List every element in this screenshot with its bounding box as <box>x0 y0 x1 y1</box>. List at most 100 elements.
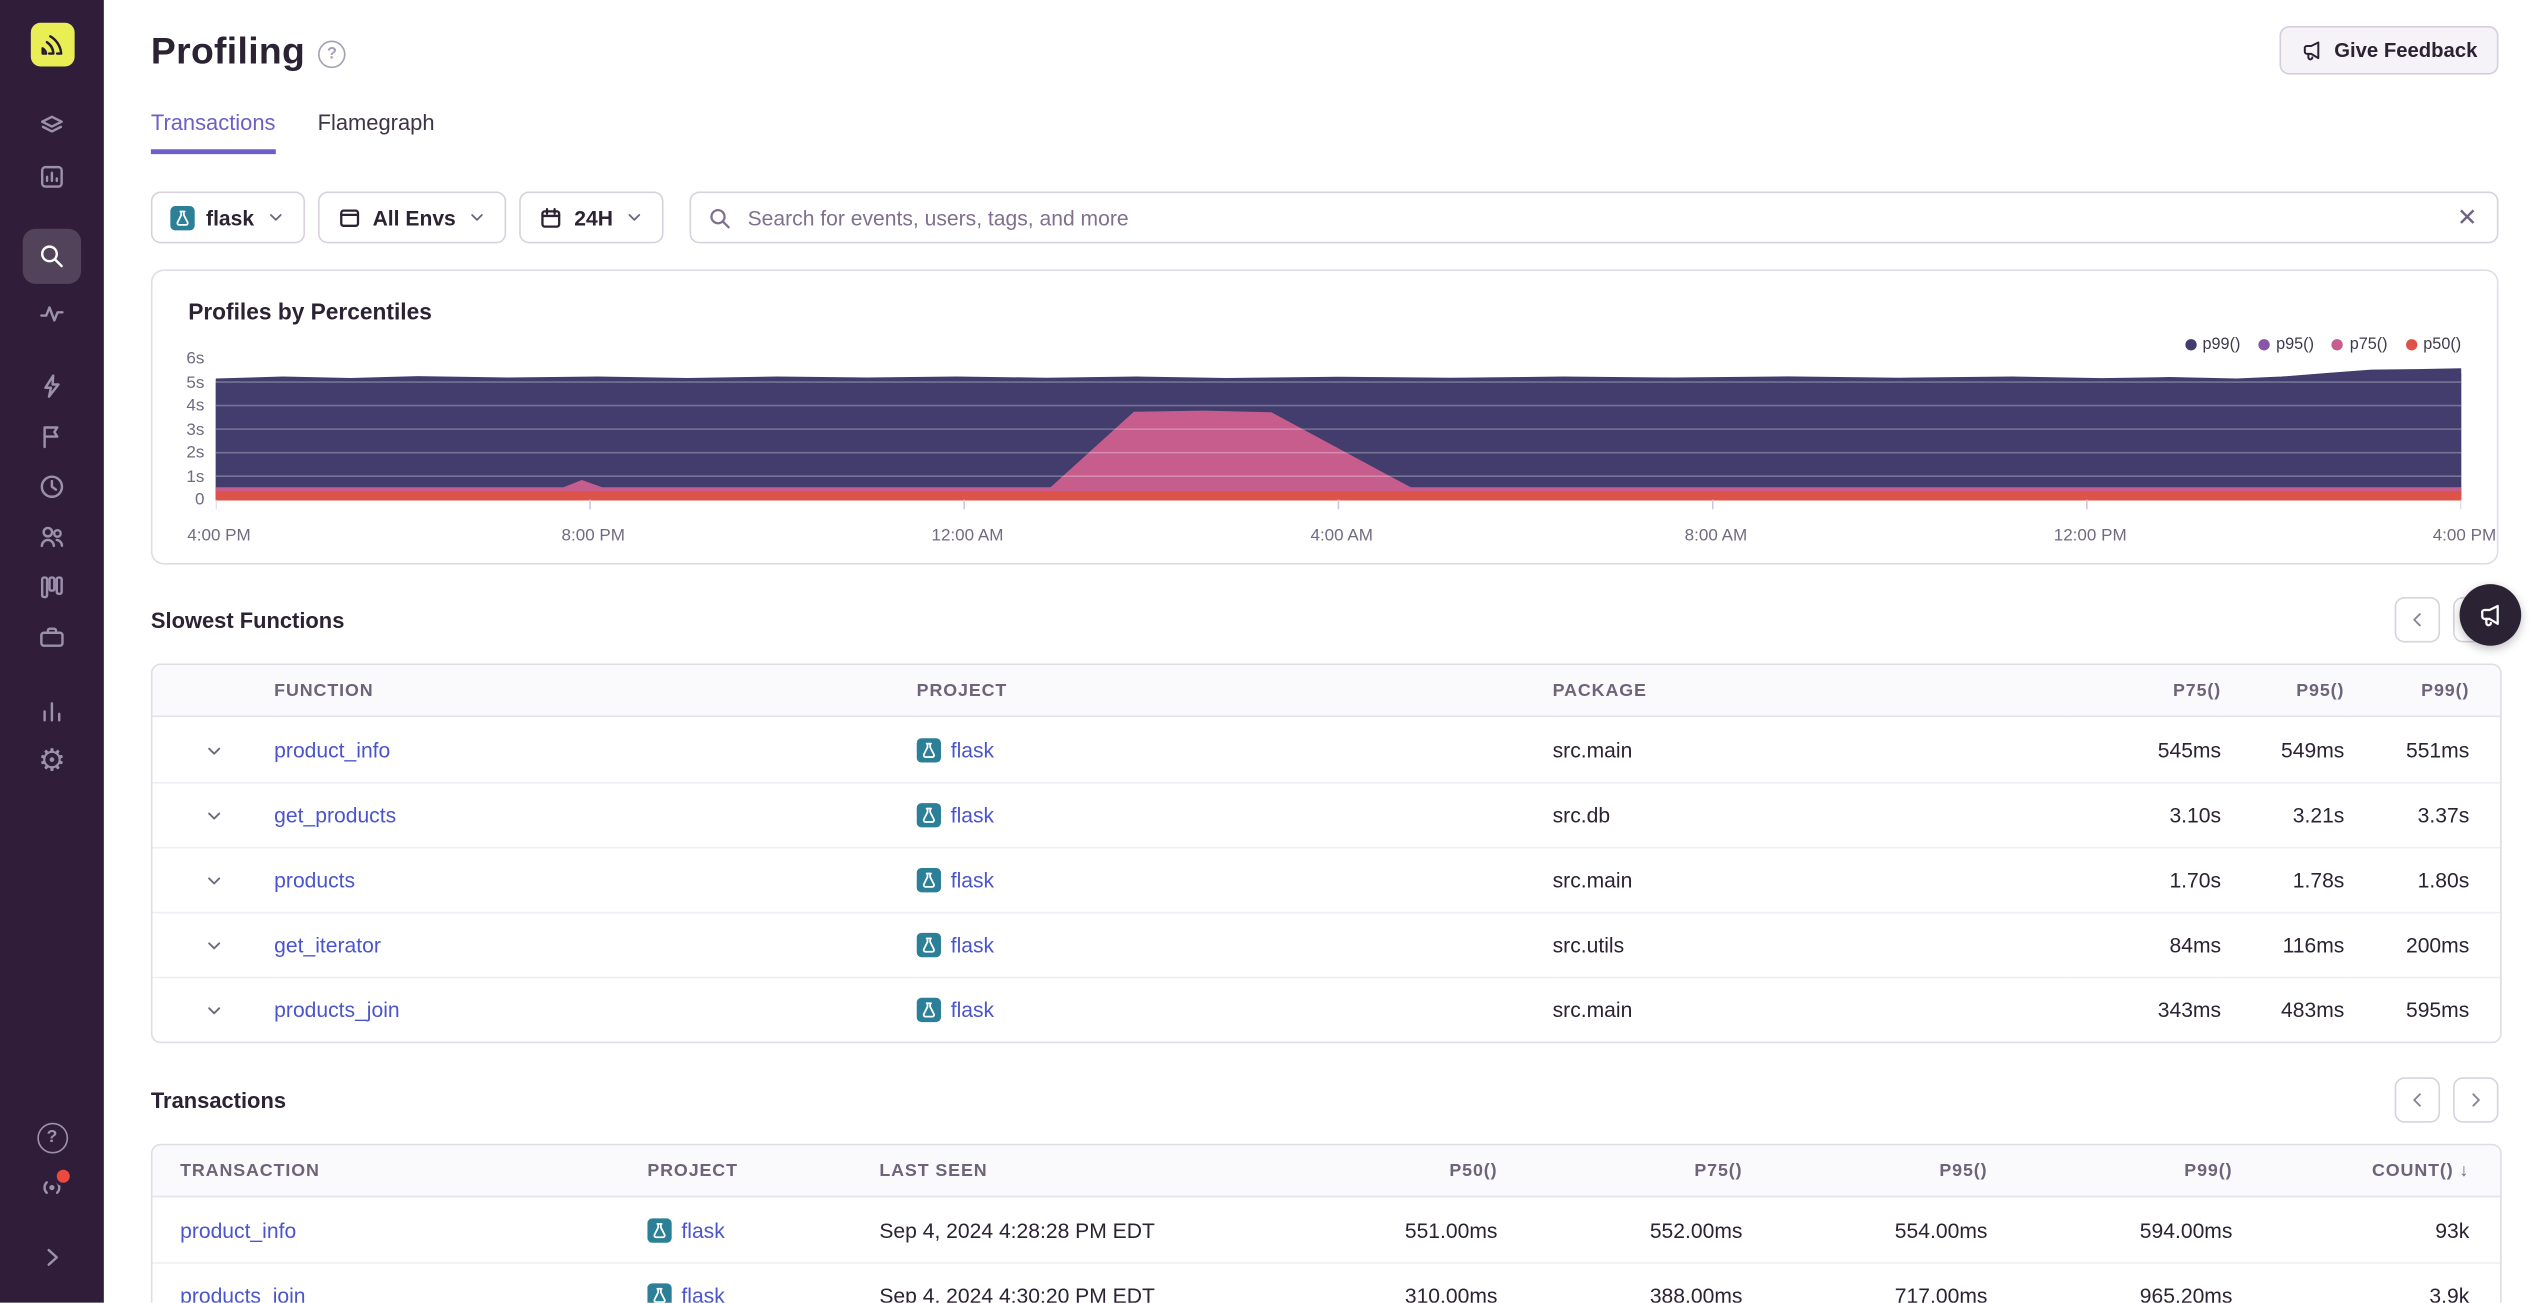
transaction-link[interactable]: products_join <box>180 1283 305 1302</box>
chevron-right-icon <box>2472 1093 2480 1107</box>
transaction-link[interactable]: product_info <box>180 1218 296 1242</box>
sidebar-item-issues[interactable] <box>23 102 81 151</box>
search-input[interactable] <box>744 203 2441 232</box>
sidebar-item-settings[interactable]: ⚙ <box>23 737 81 786</box>
table-row: product_info flask src.main 545ms 549ms … <box>153 717 2501 782</box>
x-tick: 8:00 AM <box>1684 525 1748 546</box>
function-link[interactable]: products <box>274 868 355 892</box>
project-link[interactable]: flask <box>681 1283 724 1302</box>
pager-prev-button[interactable] <box>2394 1077 2441 1123</box>
window-icon <box>339 208 359 227</box>
function-link[interactable]: product_info <box>274 737 390 761</box>
project-link[interactable]: flask <box>951 933 994 957</box>
project-link[interactable]: flask <box>951 868 994 892</box>
sidebar-expand-button[interactable] <box>23 1233 81 1282</box>
chevron-right-icon <box>47 1248 59 1266</box>
flask-platform-icon <box>916 803 941 828</box>
flask-platform-icon <box>647 1217 672 1242</box>
p75-cell: 3.10s <box>2071 781 2222 847</box>
package-cell: src.main <box>1552 737 1633 762</box>
expand-row-button[interactable] <box>202 1000 225 1023</box>
y-axis: 6s 5s 4s 3s 2s 1s 0 <box>153 350 216 521</box>
kanban-icon <box>40 576 63 599</box>
megaphone-icon <box>2303 41 2319 61</box>
col-function: FUNCTION <box>274 665 917 718</box>
sidebar-item-boards[interactable] <box>23 563 81 612</box>
expand-row-button[interactable] <box>202 870 225 893</box>
function-link[interactable]: get_iterator <box>274 933 381 957</box>
percentiles-chart[interactable] <box>214 359 2462 521</box>
col-transaction: TRANSACTION <box>152 1145 648 1198</box>
flag-icon <box>43 426 59 449</box>
sidebar-item-alerts[interactable] <box>23 362 81 411</box>
project-link[interactable]: flask <box>951 803 994 827</box>
expand-row-button[interactable] <box>202 935 225 958</box>
sidebar-item-whats-new[interactable] <box>23 1163 81 1212</box>
sidebar-item-search[interactable] <box>22 228 82 284</box>
pager-prev-button[interactable] <box>2394 597 2441 643</box>
sentry-logo[interactable] <box>30 22 74 67</box>
gear-icon: ⚙ <box>38 743 66 778</box>
expand-row-button[interactable] <box>202 805 225 828</box>
floating-feedback-button[interactable] <box>2459 584 2522 646</box>
sidebar-item-feedback[interactable] <box>23 412 81 461</box>
environment-selector[interactable]: All Envs <box>317 191 507 244</box>
legend-item-p99[interactable]: p99() <box>2184 336 2240 354</box>
p99-cell: 595ms <box>2344 976 2501 1042</box>
give-feedback-button[interactable]: Give Feedback <box>2279 25 2499 75</box>
expand-row-button[interactable] <box>202 739 225 762</box>
project-link[interactable]: flask <box>951 998 994 1022</box>
x-tick: 4:00 PM <box>187 525 251 546</box>
page-help-icon[interactable]: ? <box>318 39 346 68</box>
col-p99: P99() <box>1987 1145 2233 1198</box>
p75-cell: 388.00ms <box>1497 1262 1743 1303</box>
legend-item-p50[interactable]: p50() <box>2405 336 2461 354</box>
table-row: products flask src.main 1.70s 1.78s 1.80… <box>152 846 2501 912</box>
clear-search-icon[interactable]: ✕ <box>2454 202 2481 233</box>
col-p75: P75() <box>1497 1145 1743 1198</box>
app-window: ⚙ ? Profiling ? Give Feedback Transactio… <box>0 0 2544 1303</box>
p75-cell: 343ms <box>2071 976 2222 1042</box>
panel-title: Profiles by Percentiles <box>188 298 432 325</box>
sidebar-item-insights[interactable] <box>23 513 81 562</box>
project-link[interactable]: flask <box>681 1218 724 1242</box>
date-range-selector[interactable]: 24H <box>519 191 664 244</box>
p95-cell: 3.21s <box>2221 781 2345 847</box>
briefcase-icon <box>40 627 64 647</box>
function-link[interactable]: get_products <box>274 803 396 827</box>
sidebar-item-stats[interactable] <box>23 686 81 735</box>
sidebar-item-traces[interactable] <box>23 289 81 338</box>
p75-cell: 545ms <box>2157 737 2222 762</box>
chart-area: 6s 5s 4s 3s 2s 1s 0 <box>153 350 2462 521</box>
sidebar-item-explore[interactable] <box>23 153 81 202</box>
project-selector[interactable]: flask <box>150 191 305 244</box>
col-p99: P99() <box>2344 665 2501 718</box>
sidebar-item-replays[interactable] <box>23 462 81 511</box>
y-tick: 0 <box>194 489 205 510</box>
y-tick: 4s <box>186 395 205 416</box>
give-feedback-label: Give Feedback <box>2334 38 2478 62</box>
profiles-by-percentiles-panel: Profiles by Percentiles p99() p95() p75(… <box>150 269 2499 565</box>
search-bar: ✕ <box>689 191 2499 244</box>
legend-item-p95[interactable]: p95() <box>2258 336 2314 354</box>
p95-cell: 554.00ms <box>1894 1217 1988 1242</box>
project-link[interactable]: flask <box>951 737 994 761</box>
sidebar-item-help[interactable]: ? <box>23 1113 81 1162</box>
tab-flamegraph[interactable]: Flamegraph <box>318 110 435 154</box>
function-link[interactable]: products_join <box>274 998 399 1022</box>
tab-transactions[interactable]: Transactions <box>150 110 276 155</box>
sidebar-item-projects[interactable] <box>23 613 81 662</box>
chevron-down-icon <box>207 813 220 820</box>
notification-badge <box>53 1166 74 1186</box>
legend-item-p75[interactable]: p75() <box>2331 336 2388 354</box>
sidebar-bottom: ? <box>23 1113 81 1283</box>
chart-legend: p99() p95() p75() p50() <box>2184 336 2461 354</box>
chevron-down-icon <box>269 214 282 221</box>
lightning-icon <box>44 374 60 398</box>
chevron-down-icon <box>628 214 640 221</box>
flask-platform-icon <box>647 1283 672 1303</box>
col-count[interactable]: COUNT() ↓ <box>2232 1145 2501 1198</box>
pager-next-button[interactable] <box>2453 1077 2499 1123</box>
y-tick: 2s <box>186 442 205 463</box>
users-icon <box>40 526 64 548</box>
